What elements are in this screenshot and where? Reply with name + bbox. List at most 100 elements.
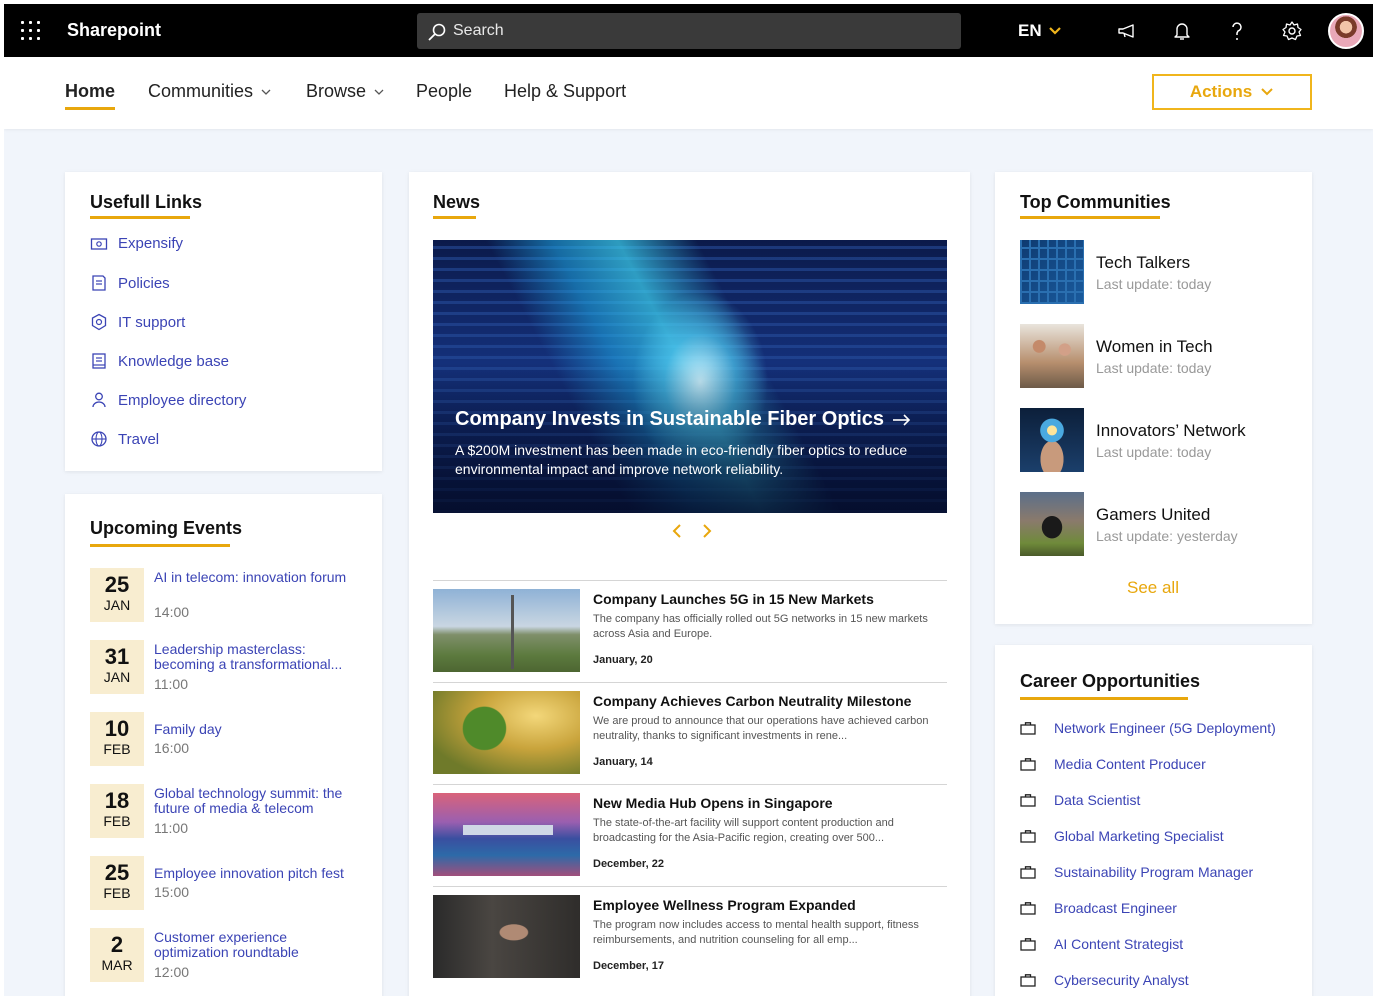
community-item[interactable]: Gamers United Last update: yesterday xyxy=(1020,492,1290,556)
community-update: Last update: today xyxy=(1096,276,1212,292)
megaphone-icon[interactable] xyxy=(1116,20,1138,42)
community-name[interactable]: Tech Talkers xyxy=(1096,253,1190,273)
actions-label: Actions xyxy=(1189,82,1253,101)
news-item-title[interactable]: Company Launches 5G in 15 New Markets xyxy=(593,591,874,607)
news-item-title[interactable]: Employee Wellness Program Expanded xyxy=(593,897,856,913)
job-item[interactable]: Sustainability Program Manager xyxy=(1020,864,1253,880)
language-selector[interactable]: EN xyxy=(1018,21,1062,41)
news-item[interactable]: Company Achieves Carbon Neutrality Miles… xyxy=(433,682,947,784)
community-name[interactable]: Women in Tech xyxy=(1096,337,1213,357)
event-day: 25 xyxy=(104,572,130,597)
community-item[interactable]: Innovators’ Network Last update: today xyxy=(1020,408,1290,472)
search-box[interactable] xyxy=(417,13,961,49)
hero-title[interactable]: Company Invests in Sustainable Fiber Opt… xyxy=(455,408,912,431)
job-title: AI Content Strategist xyxy=(1054,936,1184,952)
nav-browse[interactable]: Browse xyxy=(306,81,384,102)
job-item[interactable]: Broadcast Engineer xyxy=(1020,900,1177,916)
carousel-next-button[interactable] xyxy=(697,523,717,543)
news-item[interactable]: Company Launches 5G in 15 New Markets Th… xyxy=(433,580,947,682)
event-title[interactable]: Employee innovation pitch fest xyxy=(154,866,364,881)
nav-communities[interactable]: Communities xyxy=(148,81,271,102)
job-item[interactable]: Network Engineer (5G Deployment) xyxy=(1020,720,1276,736)
community-update: Last update: today xyxy=(1096,360,1212,376)
title-underline xyxy=(90,216,190,219)
event-item[interactable]: 25 FEB Employee innovation pitch fest 15:… xyxy=(90,856,360,910)
event-item[interactable]: 10 FEB Family day 16:00 xyxy=(90,712,360,766)
news-item-date: January, 20 xyxy=(593,654,653,666)
hero-title-text: Company Invests in Sustainable Fiber Opt… xyxy=(455,408,884,430)
community-name[interactable]: Innovators’ Network xyxy=(1096,421,1246,441)
event-title[interactable]: Customer experience optimization roundta… xyxy=(154,930,364,960)
title-underline xyxy=(433,216,476,219)
job-item[interactable]: AI Content Strategist xyxy=(1020,936,1183,952)
event-item[interactable]: 18 FEB Global technology summit: the futu… xyxy=(90,784,360,838)
community-image xyxy=(1020,408,1084,472)
news-item-title[interactable]: New Media Hub Opens in Singapore xyxy=(593,795,833,811)
event-title[interactable]: Leadership masterclass: becoming a trans… xyxy=(154,642,364,672)
link-label: IT support xyxy=(118,313,186,331)
nav-help-label: Help & Support xyxy=(504,81,627,101)
nav-home-label: Home xyxy=(65,81,116,101)
community-item[interactable]: Tech Talkers Last update: today xyxy=(1020,240,1290,304)
job-title: Global Marketing Specialist xyxy=(1054,828,1224,844)
document-icon xyxy=(92,275,106,291)
chevron-down-icon xyxy=(261,89,271,95)
briefcase-icon xyxy=(1020,902,1036,915)
briefcase-icon xyxy=(1020,830,1036,843)
link-travel[interactable]: Travel xyxy=(90,430,159,448)
arrow-right-icon xyxy=(893,413,911,426)
event-month: FEB xyxy=(103,741,131,757)
job-item[interactable]: Media Content Producer xyxy=(1020,756,1206,772)
event-item[interactable]: 25 JAN AI in telecom: innovation forum 14… xyxy=(90,568,360,622)
actions-button[interactable]: Actions xyxy=(1152,74,1312,110)
news-item-date: December, 17 xyxy=(593,960,664,972)
news-item[interactable]: Employee Wellness Program Expanded The p… xyxy=(433,886,947,988)
nav-people-label: People xyxy=(416,81,473,101)
carousel-prev-button[interactable] xyxy=(667,523,687,543)
nav-help-support[interactable]: Help & Support xyxy=(504,81,626,102)
event-time: 11:00 xyxy=(154,820,188,836)
community-item[interactable]: Women in Tech Last update: today xyxy=(1020,324,1290,388)
nav-communities-label: Communities xyxy=(148,81,254,101)
app-title[interactable]: Sharepoint xyxy=(67,20,161,41)
see-all-link[interactable]: See all xyxy=(995,578,1311,598)
news-item-title[interactable]: Company Achieves Carbon Neutrality Miles… xyxy=(593,693,911,709)
help-icon[interactable] xyxy=(1226,20,1248,42)
event-time: 11:00 xyxy=(154,676,188,692)
link-knowledge-base[interactable]: Knowledge base xyxy=(90,352,229,370)
event-item[interactable]: 31 JAN Leadership masterclass: becoming a… xyxy=(90,640,360,694)
bell-icon[interactable] xyxy=(1171,20,1193,42)
community-name[interactable]: Gamers United xyxy=(1096,505,1210,525)
book-icon xyxy=(92,353,106,369)
event-title[interactable]: Family day xyxy=(154,722,364,737)
job-item[interactable]: Cybersecurity Analyst xyxy=(1020,972,1189,988)
user-avatar[interactable] xyxy=(1328,13,1364,49)
event-month: JAN xyxy=(103,597,131,613)
app-launcher-icon[interactable] xyxy=(21,21,40,40)
news-hero[interactable]: Company Invests in Sustainable Fiber Opt… xyxy=(433,240,947,513)
search-input[interactable] xyxy=(453,13,943,49)
search-icon xyxy=(428,23,446,41)
job-item[interactable]: Data Scientist xyxy=(1020,792,1140,808)
nav-browse-label: Browse xyxy=(306,81,367,101)
event-title[interactable]: AI in telecom: innovation forum xyxy=(154,570,364,585)
link-label: Travel xyxy=(118,430,160,448)
link-expensify[interactable]: Expensify xyxy=(90,235,183,252)
event-item[interactable]: 2 MAR Customer experience optimization ro… xyxy=(90,928,360,982)
event-day: 31 xyxy=(104,644,130,669)
upcoming-events-card: Upcoming Events 25 JAN AI in telecom: inn… xyxy=(65,494,382,996)
news-item-date: December, 22 xyxy=(593,858,664,870)
nav-people[interactable]: People xyxy=(416,81,472,102)
news-item-description: We are proud to announce that our operat… xyxy=(593,715,929,742)
nav-home[interactable]: Home xyxy=(65,81,115,102)
link-employee-directory[interactable]: Employee directory xyxy=(90,391,246,409)
job-item[interactable]: Global Marketing Specialist xyxy=(1020,828,1224,844)
link-it-support[interactable]: IT support xyxy=(90,313,185,331)
careers-title: Career Opportunities xyxy=(1020,671,1201,691)
link-policies[interactable]: Policies xyxy=(90,274,170,292)
event-month: FEB xyxy=(103,885,131,901)
gear-icon[interactable] xyxy=(1281,20,1303,42)
event-title[interactable]: Global technology summit: the future of … xyxy=(154,786,364,816)
news-item-description: The state-of-the-art facility will suppo… xyxy=(593,817,894,844)
news-item[interactable]: New Media Hub Opens in Singapore The sta… xyxy=(433,784,947,886)
